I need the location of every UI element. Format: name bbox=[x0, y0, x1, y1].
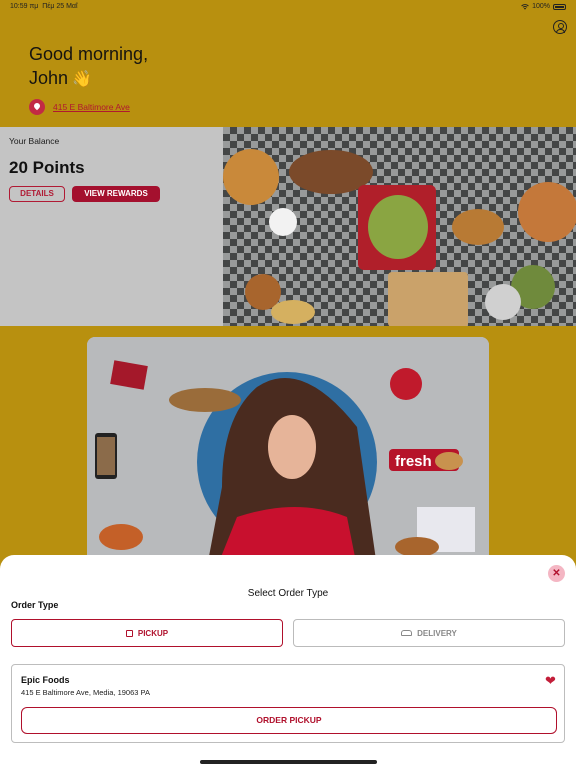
food-illustration bbox=[223, 127, 576, 326]
home-indicator bbox=[200, 760, 377, 764]
store-name: Epic Foods bbox=[21, 675, 70, 685]
delivery-button[interactable]: DELIVERY bbox=[293, 619, 565, 647]
order-pickup-button[interactable]: ORDER PICKUP bbox=[21, 707, 557, 734]
heart-icon[interactable]: ❤ bbox=[545, 674, 556, 687]
store-card: Epic Foods 415 E Baltimore Ave, Media, 1… bbox=[11, 664, 565, 743]
pickup-button[interactable]: PICKUP bbox=[11, 619, 283, 647]
balance-points: 20 Points bbox=[9, 158, 85, 177]
account-icon[interactable] bbox=[553, 20, 567, 34]
greeting: Good morning, John 👋 bbox=[29, 42, 148, 92]
delivery-label: DELIVERY bbox=[417, 628, 457, 638]
order-type-sheet: ✕ Select Order Type Order Type PICKUP DE… bbox=[0, 555, 576, 768]
status-time: 10:59 πμ Πέμ 25 Μαΐ bbox=[10, 3, 78, 10]
greeting-line-1: Good morning, bbox=[29, 44, 149, 64]
location-pin-icon bbox=[29, 99, 45, 115]
order-type-label: Order Type bbox=[11, 600, 59, 610]
battery-icon bbox=[553, 3, 566, 10]
car-icon bbox=[401, 630, 413, 636]
bag-icon bbox=[125, 629, 133, 637]
balance-title: Your Balance bbox=[9, 136, 60, 146]
pickup-label: PICKUP bbox=[137, 628, 169, 638]
user-name: John bbox=[29, 68, 69, 88]
details-button[interactable]: DETAILS bbox=[9, 186, 65, 202]
food-spread-image bbox=[223, 127, 576, 326]
status-time-value: 10:59 πμ bbox=[10, 3, 39, 10]
promo-illustration: fresh bbox=[87, 337, 489, 567]
wifi-icon bbox=[521, 3, 529, 10]
balance-section: Your Balance 20 Points DETAILS VIEW REWA… bbox=[0, 127, 576, 326]
battery-percent: 100% bbox=[532, 3, 550, 10]
waving-hand-icon: 👋 bbox=[72, 71, 92, 88]
fresh-badge-text: fresh bbox=[395, 453, 432, 470]
sheet-title: Select Order Type bbox=[247, 588, 329, 599]
location-row[interactable]: 415 E Baltimore Ave bbox=[29, 99, 130, 115]
location-link[interactable]: 415 E Baltimore Ave bbox=[53, 102, 130, 112]
promo-banner[interactable]: fresh bbox=[87, 337, 489, 567]
status-bar: 10:59 πμ Πέμ 25 Μαΐ 100% bbox=[0, 0, 576, 14]
status-date: Πέμ 25 Μαΐ bbox=[42, 3, 78, 10]
close-icon[interactable]: ✕ bbox=[548, 565, 565, 582]
view-rewards-button[interactable]: VIEW REWARDS bbox=[72, 186, 160, 202]
status-right: 100% bbox=[521, 3, 566, 10]
store-address: 415 E Baltimore Ave, Media, 19063 PA bbox=[21, 688, 150, 697]
greeting-line-2: John 👋 bbox=[29, 66, 148, 92]
